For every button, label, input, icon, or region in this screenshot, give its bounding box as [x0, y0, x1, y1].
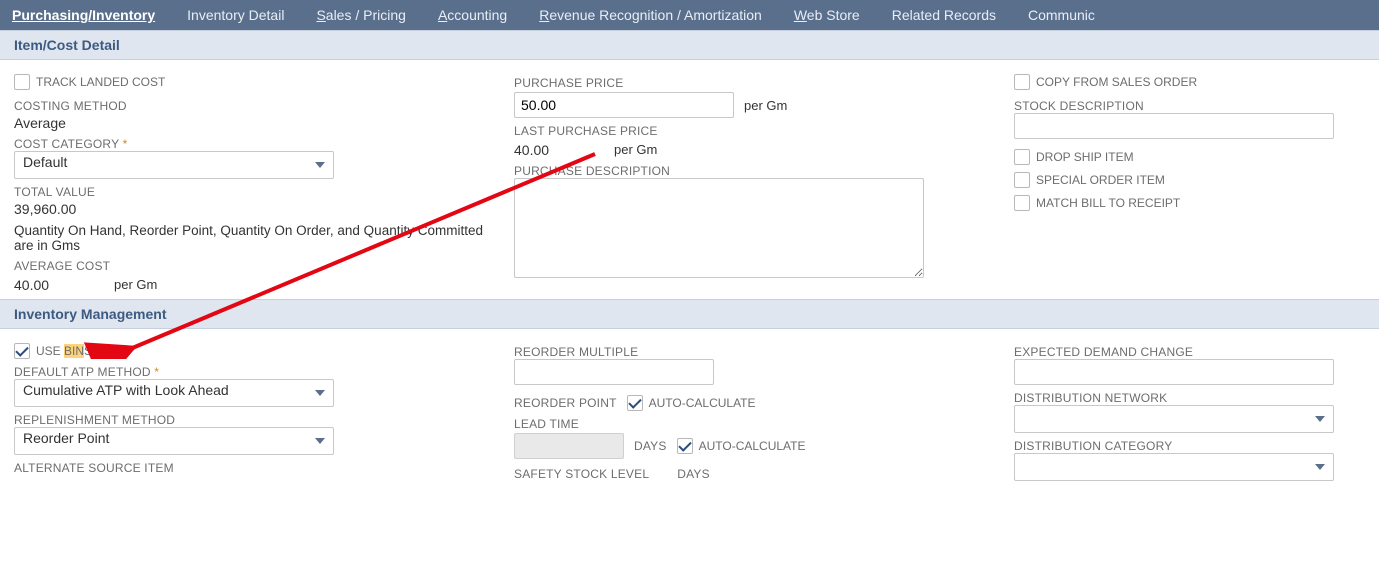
stock-description-label: STOCK DESCRIPTION [1014, 99, 1365, 113]
checkbox-label: Track Landed Cost [36, 75, 165, 89]
cost-category-select[interactable]: Default [14, 151, 334, 179]
checkbox-icon [1014, 172, 1030, 188]
quantity-units-note: Quantity On Hand, Reorder Point, Quantit… [14, 223, 494, 253]
chevron-down-icon [315, 162, 325, 168]
reorder-point-auto-calculate-checkbox[interactable]: Auto-Calculate [627, 395, 756, 411]
checkbox-label: Use Bins [36, 344, 92, 358]
tab-sales-pricing[interactable]: Sales / Pricing [312, 0, 410, 30]
checkbox-label: Special Order Item [1036, 173, 1165, 187]
section-body-inventory-management: Use Bins DEFAULT ATP METHOD Cumulative A… [0, 329, 1379, 487]
checkbox-icon [1014, 74, 1030, 90]
checkbox-icon [1014, 195, 1030, 211]
reorder-multiple-label: REORDER MULTIPLE [514, 345, 994, 359]
tab-label: Web Store [794, 7, 860, 23]
track-landed-cost-checkbox[interactable]: Track Landed Cost [14, 74, 165, 90]
select-value: Reorder Point [23, 430, 109, 446]
expected-demand-change-label: EXPECTED DEMAND CHANGE [1014, 345, 1365, 359]
cost-category-label: COST CATEGORY [14, 137, 494, 151]
checkbox-label: Auto-Calculate [699, 439, 806, 453]
purchase-price-label: PURCHASE PRICE [514, 76, 994, 90]
alternate-source-item-label: ALTERNATE SOURCE ITEM [14, 461, 494, 475]
tab-purchasing-inventory[interactable]: Purchasing/Inventory [8, 0, 159, 30]
lead-time-input[interactable] [514, 433, 624, 459]
last-purchase-price-unit: per Gm [614, 142, 657, 157]
lead-time-label: LEAD TIME [514, 417, 994, 431]
tab-web-store[interactable]: Web Store [790, 0, 864, 30]
select-value: Default [23, 154, 67, 170]
average-cost-unit: per Gm [114, 277, 157, 292]
tab-related-records[interactable]: Related Records [888, 0, 1000, 30]
checkbox-icon [14, 343, 30, 359]
default-atp-method-label: DEFAULT ATP METHOD [14, 365, 494, 379]
checkbox-label: Drop Ship Item [1036, 150, 1134, 164]
section-body-item-cost: Track Landed Cost COSTING METHOD Average… [0, 60, 1379, 299]
match-bill-to-receipt-checkbox[interactable]: Match Bill To Receipt [1014, 195, 1180, 211]
total-value-label: TOTAL VALUE [14, 185, 494, 199]
tab-label: Sales / Pricing [316, 7, 406, 23]
section-header-inventory-management: Inventory Management [0, 299, 1379, 329]
tab-label: Accounting [438, 7, 507, 23]
costing-method-label: COSTING METHOD [14, 99, 494, 113]
select-value: Cumulative ATP with Look Ahead [23, 382, 229, 398]
reorder-multiple-input[interactable] [514, 359, 714, 385]
lead-time-auto-calculate-checkbox[interactable]: Auto-Calculate [677, 438, 806, 454]
distribution-network-label: DISTRIBUTION NETWORK [1014, 391, 1365, 405]
lead-time-unit: DAYS [634, 439, 667, 453]
safety-stock-days-label: DAYS [677, 467, 710, 481]
chevron-down-icon [315, 438, 325, 444]
replenishment-method-select[interactable]: Reorder Point [14, 427, 334, 455]
checkbox-icon [677, 438, 693, 454]
tab-inventory-detail[interactable]: Inventory Detail [183, 0, 288, 30]
purchase-price-unit: per Gm [744, 98, 787, 113]
tab-label: Revenue Recognition / Amortization [539, 7, 762, 23]
average-cost-label: AVERAGE COST [14, 259, 494, 273]
distribution-category-label: DISTRIBUTION CATEGORY [1014, 439, 1365, 453]
copy-from-sales-order-checkbox[interactable]: Copy From Sales Order [1014, 74, 1197, 90]
purchase-price-input[interactable] [514, 92, 734, 118]
distribution-category-select[interactable] [1014, 453, 1334, 481]
subtab-bar: Purchasing/Inventory Inventory Detail Sa… [0, 0, 1379, 30]
average-cost-value: 40.00 [14, 277, 104, 293]
reorder-point-label: REORDER POINT [514, 396, 617, 410]
checkbox-label: Auto-Calculate [649, 396, 756, 410]
distribution-network-select[interactable] [1014, 405, 1334, 433]
checkbox-icon [1014, 149, 1030, 165]
last-purchase-price-label: LAST PURCHASE PRICE [514, 124, 994, 138]
tab-communication[interactable]: Communic [1024, 0, 1099, 30]
safety-stock-level-label: SAFETY STOCK LEVEL [514, 467, 649, 481]
tab-accounting[interactable]: Accounting [434, 0, 511, 30]
costing-method-value: Average [14, 115, 494, 131]
expected-demand-change-input[interactable] [1014, 359, 1334, 385]
checkbox-label: Copy From Sales Order [1036, 75, 1197, 89]
purchase-description-textarea[interactable] [514, 178, 924, 278]
chevron-down-icon [1315, 416, 1325, 422]
default-atp-method-select[interactable]: Cumulative ATP with Look Ahead [14, 379, 334, 407]
checkbox-icon [627, 395, 643, 411]
use-bins-checkbox[interactable]: Use Bins [14, 343, 92, 359]
chevron-down-icon [315, 390, 325, 396]
tab-label: Purchasing/Inventory [12, 7, 155, 23]
stock-description-input[interactable] [1014, 113, 1334, 139]
replenishment-method-label: REPLENISHMENT METHOD [14, 413, 494, 427]
checkbox-icon [14, 74, 30, 90]
drop-ship-item-checkbox[interactable]: Drop Ship Item [1014, 149, 1134, 165]
tab-revenue-recognition[interactable]: Revenue Recognition / Amortization [535, 0, 766, 30]
section-header-item-cost: Item/Cost Detail [0, 30, 1379, 60]
chevron-down-icon [1315, 464, 1325, 470]
last-purchase-price-value: 40.00 [514, 142, 604, 158]
purchase-description-label: PURCHASE DESCRIPTION [514, 164, 994, 178]
checkbox-label: Match Bill To Receipt [1036, 196, 1180, 210]
special-order-item-checkbox[interactable]: Special Order Item [1014, 172, 1165, 188]
total-value-value: 39,960.00 [14, 201, 494, 217]
